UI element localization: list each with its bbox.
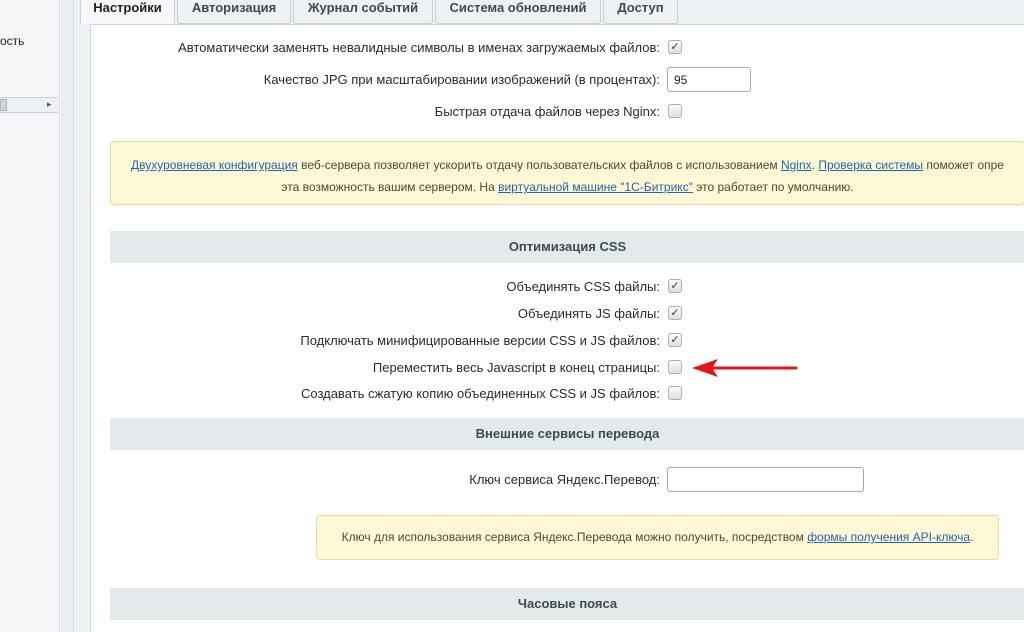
tab-access[interactable]: Доступ xyxy=(603,0,678,24)
setting-label: Автоматически заменять невалидные символ… xyxy=(178,40,660,55)
setting-row-gzip-copy: Создавать сжатую копию объединенных CSS … xyxy=(91,383,1024,405)
scroll-thumb[interactable] xyxy=(0,99,7,111)
bitrix-vm-link[interactable]: виртуальной машине "1С-Битрикс" xyxy=(498,180,693,194)
arrow-right-icon[interactable]: ▸ xyxy=(47,99,52,110)
nginx-fast-checkbox[interactable] xyxy=(668,104,682,118)
setting-row-yandex-key: Ключ сервиса Яндекс.Перевод: xyxy=(91,467,1024,492)
left-sidebar: ость ▸ xyxy=(0,0,60,632)
setting-row-combine-css: Объединять CSS файлы: ✓ xyxy=(91,276,1024,298)
section-header-timezones: Часовые пояса xyxy=(110,588,1024,620)
setting-row-move-js: Переместить весь Javascript в конец стра… xyxy=(91,357,1024,379)
annotation-arrow-icon xyxy=(692,359,798,377)
setting-row-replace-invalid: Автоматически заменять невалидные символ… xyxy=(91,37,1024,59)
section-header-translate: Внешние сервисы перевода xyxy=(110,418,1024,450)
two-level-config-link[interactable]: Двухуровневая конфигурация xyxy=(131,158,298,172)
section-header-css-optimization: Оптимизация CSS xyxy=(110,231,1024,263)
settings-content: Автоматически заменять невалидные символ… xyxy=(90,24,1024,632)
api-key-form-link[interactable]: формы получения API-ключа xyxy=(807,530,970,544)
setting-label: Объединять JS файлы: xyxy=(517,306,660,321)
jpg-quality-input[interactable] xyxy=(667,67,751,92)
setting-row-jpg-quality: Качество JPG при масштабировании изображ… xyxy=(91,67,1024,92)
notice-line-1: Двухуровневая конфигурация веб-сервера п… xyxy=(131,158,1004,172)
settings-panel: Настройки Авторизация Журнал событий Сис… xyxy=(74,0,1024,632)
sidebar-item-label[interactable]: ость xyxy=(0,34,24,48)
nginx-link[interactable]: Nginx xyxy=(781,158,812,172)
setting-label: Быстрая отдача файлов через Nginx: xyxy=(434,104,660,119)
tab-authorization[interactable]: Авторизация xyxy=(177,0,291,24)
gzip-copy-checkbox[interactable] xyxy=(668,386,682,400)
setting-label: Создавать сжатую копию объединенных CSS … xyxy=(300,386,660,401)
tab-bar: Настройки Авторизация Журнал событий Сис… xyxy=(74,0,1024,24)
move-js-checkbox[interactable] xyxy=(668,360,682,374)
setting-row-nginx-fast: Быстрая отдача файлов через Nginx: xyxy=(91,101,1024,123)
replace-invalid-checkbox[interactable]: ✓ xyxy=(668,40,682,54)
combine-js-checkbox[interactable]: ✓ xyxy=(668,306,682,320)
combine-css-checkbox[interactable]: ✓ xyxy=(668,279,682,293)
yandex-key-notice: Ключ для использования сервиса Яндекс.Пе… xyxy=(316,515,999,560)
notice-line-2: эта возможность вашим сервером. На вирту… xyxy=(281,180,854,194)
tab-event-log[interactable]: Журнал событий xyxy=(293,0,433,24)
tab-settings[interactable]: Настройки xyxy=(80,0,175,24)
yandex-key-input[interactable] xyxy=(667,467,864,492)
setting-row-minified: Подключать минифицированные версии CSS и… xyxy=(91,330,1024,352)
minified-checkbox[interactable]: ✓ xyxy=(668,333,682,347)
setting-label: Переместить весь Javascript в конец стра… xyxy=(372,360,660,375)
setting-label: Ключ сервиса Яндекс.Перевод: xyxy=(469,472,660,487)
tab-update-system[interactable]: Система обновлений xyxy=(435,0,601,24)
sidebar-scroll-control[interactable]: ▸ xyxy=(0,97,58,113)
setting-row-combine-js: Объединять JS файлы: ✓ xyxy=(91,303,1024,325)
setting-label: Объединять CSS файлы: xyxy=(506,279,660,294)
sidebar-resize-gutter[interactable] xyxy=(61,0,74,632)
setting-label: Подключать минифицированные версии CSS и… xyxy=(300,333,660,348)
setting-label: Качество JPG при масштабировании изображ… xyxy=(263,72,660,87)
nginx-info-notice: Двухуровневая конфигурация веб-сервера п… xyxy=(110,141,1024,205)
system-check-link[interactable]: Проверка системы xyxy=(818,158,923,172)
